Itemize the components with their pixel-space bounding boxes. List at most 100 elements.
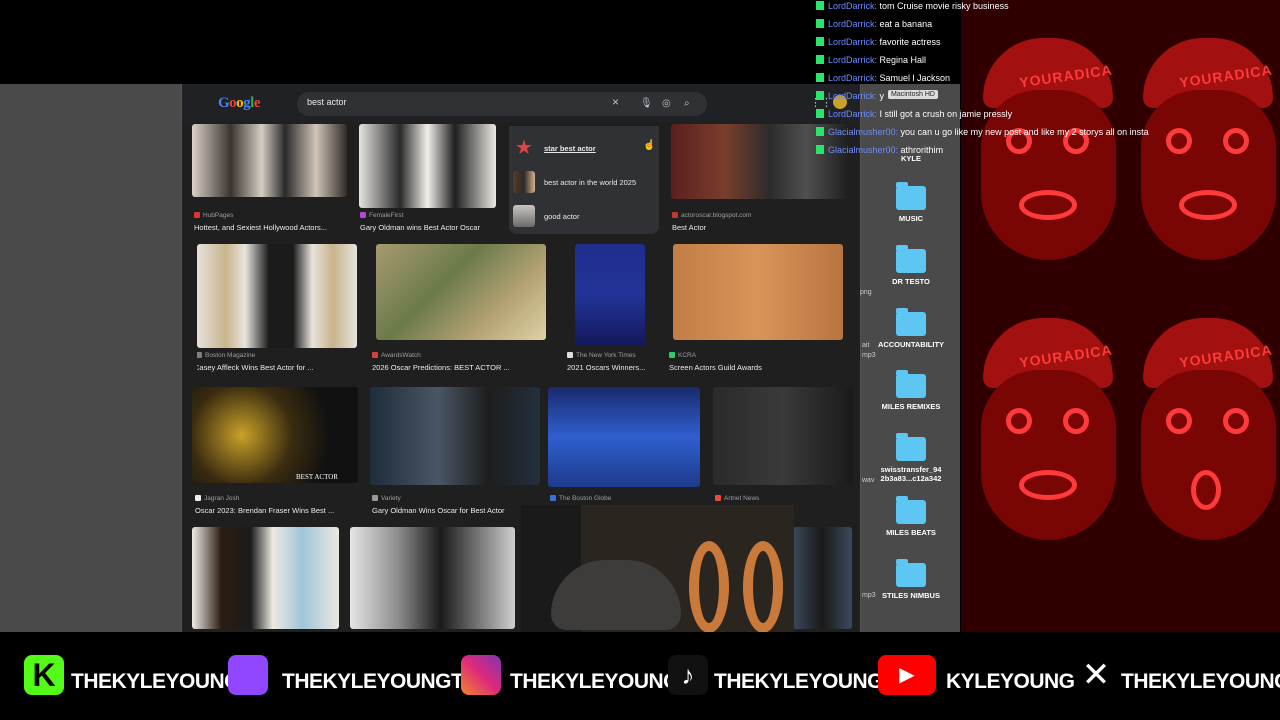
result-image[interactable] — [792, 527, 852, 629]
folder-miles-remixes[interactable]: MILES REMIXES — [876, 370, 946, 411]
social-kick: K THEKYLEYOUNG — [24, 650, 241, 700]
result-source[interactable]: FemaleFirst — [360, 212, 403, 219]
result-image[interactable] — [376, 244, 546, 340]
image-result[interactable]: HubPages Hottest, and Sexiest Hollywood … — [192, 124, 347, 236]
folder-stiles-nimbus[interactable]: STILES NIMBUS — [876, 559, 946, 600]
file-extension: mp3 — [862, 592, 876, 599]
balloon — [743, 541, 783, 633]
camera-lens-icon[interactable]: ◎ — [662, 97, 671, 111]
result-source[interactable]: The Boston Globe — [550, 495, 611, 502]
result-source[interactable]: Variety — [372, 495, 401, 502]
clear-icon[interactable]: × — [612, 95, 619, 109]
result-title[interactable]: Gary Oldman wins Best Actor Oscar — [360, 223, 503, 232]
result-image[interactable] — [359, 124, 496, 208]
file-extension: png — [860, 289, 872, 296]
balloon — [689, 541, 729, 633]
result-title[interactable]: 2026 Oscar Predictions: BEST ACTOR ... — [372, 363, 532, 372]
chat-message: LordDarrick: Regina Hall — [816, 55, 926, 69]
kick-badge-icon — [816, 1, 824, 10]
result-source[interactable]: actoroscar.blogspot.com — [672, 212, 751, 219]
result-source[interactable]: KCRA — [669, 352, 696, 359]
suggestion-item[interactable]: best actor in the world 2025 — [513, 168, 655, 196]
suggestion-label: best actor in the world 2025 — [544, 178, 637, 187]
search-box[interactable]: best actor × 🎙 ◎ ⌕ — [297, 92, 707, 116]
folder-icon — [896, 370, 926, 398]
result-image[interactable] — [370, 387, 540, 485]
image-result[interactable]: The Boston Globe — [548, 387, 708, 517]
result-source[interactable]: The New York Times — [567, 352, 636, 359]
cartoon-face: YOURADICA — [971, 0, 1121, 300]
microphone-icon[interactable]: 🎙 — [640, 97, 653, 111]
folder-icon — [896, 308, 926, 336]
result-title[interactable]: Screen Actors Guild Awards — [669, 363, 762, 372]
kick-badge-icon — [816, 109, 824, 118]
image-result[interactable]: AwardsWatch 2026 Oscar Predictions: BEST… — [372, 244, 547, 374]
result-title[interactable]: 2021 Oscars Winners... — [567, 363, 657, 372]
social-x: ✕ THEKYLEYOUNG — [1076, 650, 1280, 700]
image-result[interactable] — [350, 527, 515, 632]
google-header: Google best actor × 🎙 ◎ ⌕ ⋮⋮ — [182, 84, 860, 122]
image-result[interactable] — [792, 527, 852, 632]
chat-message: Glacialmusher00: you can u go like my ne… — [816, 127, 1149, 141]
folder-icon — [896, 496, 926, 524]
result-source[interactable]: AwardsWatch — [372, 352, 421, 359]
image-result[interactable]: KCRA Screen Actors Guild Awards — [669, 244, 849, 374]
disk-label[interactable]: Macintosh HD — [888, 90, 938, 99]
result-title[interactable]: Oscar 2023: Brendan Fraser Wins Best ... — [195, 506, 355, 515]
instagram-icon — [461, 655, 501, 695]
result-title[interactable]: Hottest, and Sexiest Hollywood Actors... — [194, 223, 344, 232]
social-instagram: THEKYLEYOUNG — [461, 650, 680, 700]
image-result[interactable] — [192, 527, 339, 632]
image-result[interactable]: BEST ACTOR Jagran Josh Oscar 2023: Brend… — [192, 387, 362, 517]
result-title[interactable]: Best Actor — [672, 223, 706, 232]
desktop-folders: Macintosh HD KYLE MUSIC DR TESTO ACCOUNT… — [860, 84, 960, 632]
result-image[interactable] — [192, 527, 339, 629]
folder-accountability[interactable]: ACCOUNTABILITY — [876, 308, 946, 349]
image-result[interactable]: FemaleFirst Gary Oldman wins Best Actor … — [358, 124, 503, 236]
result-source[interactable]: Artnet News — [715, 495, 759, 502]
result-source[interactable]: Boston Magazine — [197, 352, 255, 359]
folder-dr-testo[interactable]: DR TESTO — [876, 245, 946, 286]
chat-message: LordDarrick: eat a banana — [816, 19, 932, 33]
result-title[interactable]: Gary Oldman Wins Oscar for Best Actor — [372, 506, 540, 515]
folder-icon — [896, 245, 926, 273]
kick-badge-icon — [816, 91, 824, 100]
image-caption: BEST ACTOR — [296, 473, 338, 481]
folder-miles-beats[interactable]: MILES BEATS — [876, 496, 946, 537]
image-result[interactable]: The New York Times 2021 Oscars Winners..… — [565, 244, 660, 374]
social-handles-bar: K THEKYLEYOUNG THEKYLEYOUNGTV THEKYLEYOU… — [0, 632, 1280, 720]
chat-message: LordDarrick: I still got a crush on jami… — [816, 109, 1012, 123]
twitch-icon — [228, 655, 268, 695]
star-icon: ★ — [513, 137, 535, 159]
suggestion-item[interactable]: ★ star best actor ☝ — [513, 134, 655, 162]
result-image[interactable] — [673, 244, 843, 340]
image-result[interactable]: Boston Magazine Casey Affleck Wins Best … — [197, 244, 357, 374]
google-logo[interactable]: Google — [218, 94, 261, 112]
folder-music[interactable]: MUSIC — [876, 182, 946, 223]
result-image[interactable] — [192, 124, 347, 197]
search-input[interactable]: best actor — [307, 97, 347, 107]
folder-swisstransfer[interactable]: swisstransfer_94 2b3a83...c12a342 — [876, 433, 946, 483]
result-image[interactable] — [575, 244, 645, 346]
cartoon-face: YOURADICA — [1131, 280, 1280, 580]
file-extension: ait — [862, 342, 870, 349]
search-icon[interactable]: ⌕ — [684, 97, 690, 111]
image-result[interactable]: Artnet News ...rds Best Act... — [713, 387, 853, 517]
kick-badge-icon — [816, 145, 824, 154]
chat-message: Glacialmusher00: athrorithim — [816, 145, 943, 159]
image-result[interactable]: Variety Gary Oldman Wins Oscar for Best … — [370, 387, 540, 517]
result-image[interactable] — [713, 387, 853, 485]
suggestion-thumbnail — [513, 171, 535, 193]
result-source[interactable]: Jagran Josh — [195, 495, 239, 502]
file-extension: mp3 — [862, 352, 876, 359]
result-image[interactable] — [192, 387, 358, 483]
result-title[interactable]: Casey Affleck Wins Best Actor for ... — [197, 363, 354, 372]
result-image[interactable] — [197, 244, 357, 348]
kick-badge-icon — [816, 73, 824, 82]
social-youtube: ▶ KYLEYOUNG — [878, 650, 1075, 700]
background-artwork: YOURADICA YOURADICA YOURADICA YOURADICA — [961, 0, 1280, 632]
result-image[interactable] — [350, 527, 515, 629]
suggestion-item[interactable]: good actor — [513, 202, 655, 230]
result-source[interactable]: HubPages — [194, 212, 233, 219]
result-image[interactable] — [548, 387, 700, 487]
